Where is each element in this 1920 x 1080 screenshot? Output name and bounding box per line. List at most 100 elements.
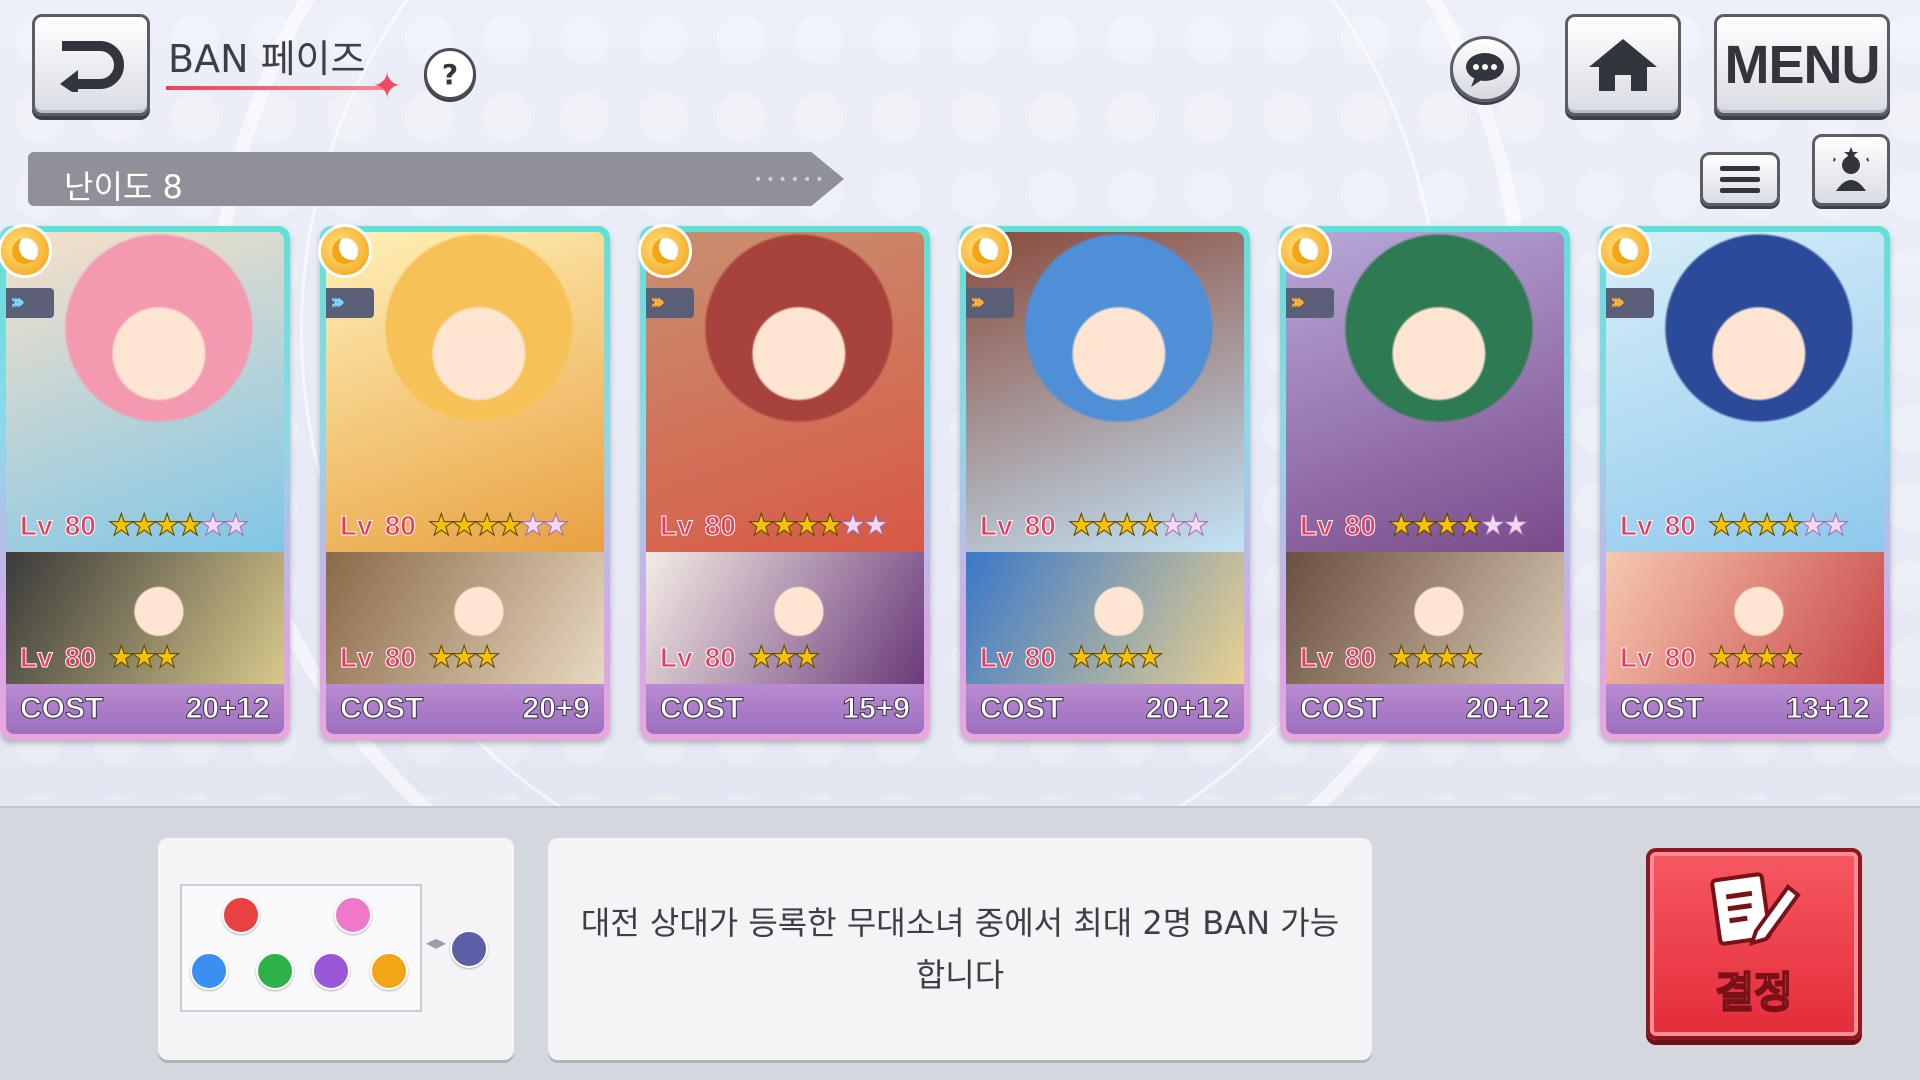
level-value: 80: [64, 509, 96, 541]
level-label: Lv: [1300, 509, 1334, 541]
cost-bar: COST 15+9: [646, 684, 924, 734]
level-value: 80: [1344, 509, 1376, 541]
cost-value: 13+12: [1785, 692, 1870, 726]
moon-attribute-icon: [1598, 224, 1652, 278]
stage-girl-art: [6, 232, 284, 552]
back-button[interactable]: [32, 14, 150, 116]
card-body: Lv 80 ★★★★★★ Lv 80 ★★★ COST 20+9 ›››: [326, 232, 604, 734]
title-underline: [166, 86, 390, 90]
memoir-level: Lv 80 ★★★: [340, 640, 502, 676]
memoir-level: Lv 80 ★★★★: [980, 640, 1164, 676]
cost-value: 20+12: [1145, 692, 1230, 726]
attribute-chart: [180, 884, 422, 1012]
memoir-rarity-stars: ★★★★: [1067, 640, 1164, 676]
level-value: 80: [384, 641, 416, 673]
level-value: 80: [1024, 509, 1056, 541]
character-view-button[interactable]: [1812, 134, 1890, 206]
memoir-rarity-stars: ★★★★: [1387, 640, 1484, 676]
cloud-attribute-icon: [334, 896, 372, 934]
stage-girl-card[interactable]: Lv 80 ★★★★★★ Lv 80 ★★★ COST 20+9 ›››: [318, 224, 610, 740]
attribute-arrow-icon: ◂▸: [426, 930, 447, 954]
moon-attribute-icon: [0, 224, 52, 278]
moon-attribute-icon: [958, 224, 1012, 278]
stage-girl-art: [326, 232, 604, 552]
stage-girl-card[interactable]: Lv 80 ★★★★★★ Lv 80 ★★★ COST 20+12 ›››: [0, 224, 290, 740]
decide-pen-icon: [1710, 871, 1801, 946]
rarity-stars: ★★★★★★: [1707, 508, 1849, 544]
level-label: Lv: [1620, 509, 1654, 541]
stage-girl-card[interactable]: Lv 80 ★★★★★★ Lv 80 ★★★★ COST 13+12 ›››: [1598, 224, 1890, 740]
card-body: Lv 80 ★★★★★★ Lv 80 ★★★★ COST 20+12 ›››: [1286, 232, 1564, 734]
moon-attribute-icon: [370, 952, 408, 990]
level-value: 80: [1664, 509, 1696, 541]
stage-girl-card[interactable]: Lv 80 ★★★★★★ Lv 80 ★★★★ COST 20+12 ›››: [958, 224, 1250, 740]
difficulty-banner: 난이도 8 ••••••: [28, 152, 844, 206]
list-icon-line: [1720, 187, 1760, 193]
level-label: Lv: [20, 641, 54, 673]
cost-label: COST: [659, 692, 744, 726]
rank-chevron-icon: ›››: [6, 288, 54, 318]
card-body: Lv 80 ★★★★★★ Lv 80 ★★★★ COST 20+12 ›››: [966, 232, 1244, 734]
sort-list-button[interactable]: [1700, 152, 1780, 206]
character-icon: [1833, 147, 1869, 191]
menu-label: MENU: [1724, 35, 1881, 95]
cost-bar: COST 20+9: [326, 684, 604, 734]
rank-chevron-icon: ›››: [966, 288, 1014, 318]
level-value: 80: [384, 509, 416, 541]
stage-girl-card[interactable]: Lv 80 ★★★★★★ Lv 80 ★★★★ COST 20+12 ›››: [1278, 224, 1570, 740]
space-attribute-icon: [312, 952, 350, 990]
cost-value: 20+9: [522, 692, 591, 726]
wind-attribute-icon: [256, 952, 294, 990]
page-title: BAN 페이즈: [168, 37, 366, 81]
difficulty-label: 난이도 8: [64, 168, 183, 206]
cost-label: COST: [1619, 692, 1704, 726]
level-label: Lv: [1620, 641, 1654, 673]
stage-girl-art: [646, 232, 924, 552]
stage-girl-art: [1286, 232, 1564, 552]
rank-chevron-icon: ›››: [646, 288, 694, 318]
rarity-stars: ★★★★★★: [747, 508, 889, 544]
level-label: Lv: [660, 641, 694, 673]
stage-girl-art: [1606, 232, 1884, 552]
chat-button[interactable]: [1450, 36, 1520, 102]
memoir-level: Lv 80 ★★★★: [1300, 640, 1484, 676]
cost-label: COST: [339, 692, 424, 726]
card-body: Lv 80 ★★★★★★ Lv 80 ★★★ COST 20+12 ›››: [6, 232, 284, 734]
level-value: 80: [1024, 641, 1056, 673]
cost-value: 20+12: [185, 692, 270, 726]
rank-chevron-icon: ›››: [326, 288, 374, 318]
decide-label: 결정: [1714, 967, 1793, 1018]
level-label: Lv: [980, 641, 1014, 673]
snow-attribute-icon: [190, 952, 228, 990]
level-value: 80: [1344, 641, 1376, 673]
rank-chevron-icon: ›››: [1606, 288, 1654, 318]
moon-attribute-icon: [318, 224, 372, 278]
decide-button[interactable]: 결정: [1646, 848, 1862, 1040]
cost-label: COST: [1299, 692, 1384, 726]
stage-girl-card[interactable]: Lv 80 ★★★★★★ Lv 80 ★★★ COST 15+9 ›››: [638, 224, 930, 740]
list-icon-line: [1720, 176, 1760, 182]
level-label: Lv: [660, 509, 694, 541]
level-label: Lv: [980, 509, 1014, 541]
memoir-level: Lv 80 ★★★★: [1620, 640, 1804, 676]
level-label: Lv: [340, 641, 374, 673]
help-button[interactable]: ?: [424, 48, 476, 100]
level-value: 80: [64, 641, 96, 673]
menu-button[interactable]: MENU: [1714, 14, 1890, 116]
stage-girl-level: Lv 80 ★★★★★★: [980, 508, 1210, 544]
cost-bar: COST 13+12: [1606, 684, 1884, 734]
chat-icon: [1466, 53, 1504, 87]
rank-chevron-icon: ›››: [1286, 288, 1334, 318]
memoir-rarity-stars: ★★★★: [1707, 640, 1804, 676]
stage-girl-level: Lv 80 ★★★★★★: [1300, 508, 1530, 544]
home-button[interactable]: [1565, 14, 1681, 116]
list-icon: [1720, 165, 1760, 171]
memoir-rarity-stars: ★★★: [747, 640, 821, 676]
cost-value: 20+12: [1465, 692, 1550, 726]
rarity-stars: ★★★★★★: [1387, 508, 1529, 544]
level-value: 80: [1664, 641, 1696, 673]
memoir-level: Lv 80 ★★★: [20, 640, 182, 676]
banner-decoration: ••••••: [754, 172, 828, 188]
card-body: Lv 80 ★★★★★★ Lv 80 ★★★★ COST 13+12 ›››: [1606, 232, 1884, 734]
memoir-level: Lv 80 ★★★: [660, 640, 822, 676]
